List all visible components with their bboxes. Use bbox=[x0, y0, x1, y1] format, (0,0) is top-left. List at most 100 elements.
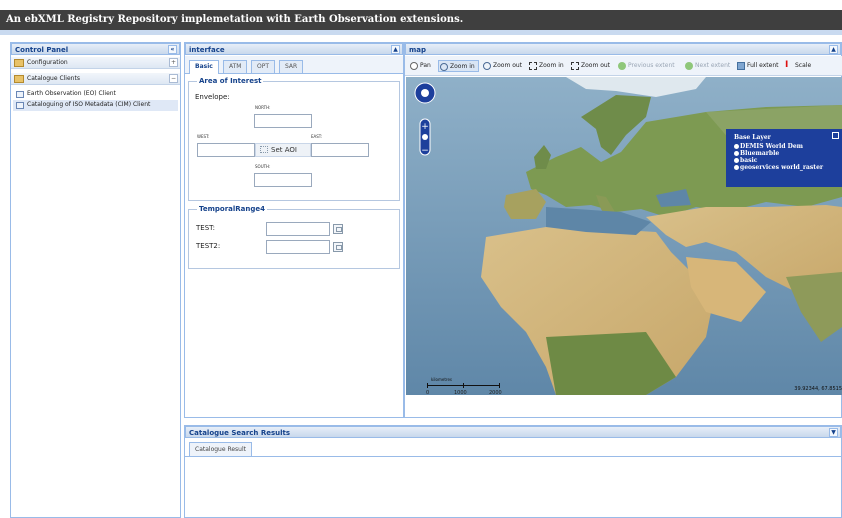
tab-sar[interactable]: SAR bbox=[279, 60, 304, 73]
catalogue-results-header: Catalogue Search Results ▼ bbox=[185, 426, 841, 438]
next-extent-label: Next extent bbox=[695, 62, 731, 69]
zoom-out-button[interactable]: Zoom out bbox=[482, 60, 526, 72]
tab-basic[interactable]: Basic bbox=[189, 60, 219, 74]
base-layer-title: Base Layer bbox=[734, 134, 771, 141]
tree-item-cim-client[interactable]: Cataloguing of ISO Metadata (CIM) Client bbox=[13, 100, 178, 111]
pan-zoom-control[interactable]: + − bbox=[412, 81, 438, 161]
scale-tick: 0 bbox=[426, 390, 430, 395]
east-label: EAST: bbox=[311, 134, 323, 139]
interface-panel: interface ▲ Basic ATM OPT SAR Area of In… bbox=[184, 42, 404, 418]
area-of-interest-fieldset: Area of Interest Envelope: NORTH: WEST: … bbox=[188, 77, 400, 201]
aoi-legend: Area of Interest bbox=[197, 77, 264, 85]
tab-catalogue-result[interactable]: Catalogue Result bbox=[189, 442, 252, 456]
accordion-configuration[interactable]: Configuration + bbox=[11, 57, 180, 69]
control-panel-title: Control Panel bbox=[15, 46, 69, 54]
zoom-in-button[interactable]: Zoom in bbox=[438, 60, 479, 72]
tree-item-label: Earth Observation (EO) Client bbox=[27, 90, 116, 97]
south-label: SOUTH: bbox=[255, 164, 271, 169]
pan-icon bbox=[410, 62, 418, 70]
scale-bar: kilometres 0 1000 2000 bbox=[423, 375, 513, 395]
zoom-in-label: Zoom in bbox=[450, 63, 475, 70]
catalogue-results-panel: Catalogue Search Results ▼ Catalogue Res… bbox=[184, 425, 842, 518]
zoom-out-box-button[interactable]: Zoom out bbox=[570, 60, 616, 72]
tab-atm[interactable]: ATM bbox=[223, 60, 248, 73]
collapse-down-icon[interactable]: ▼ bbox=[829, 428, 838, 437]
catalogue-results-title: Catalogue Search Results bbox=[189, 429, 291, 437]
calendar-icon[interactable] bbox=[333, 242, 343, 252]
full-extent-label: Full extent bbox=[747, 62, 779, 69]
scale-tick: 1000 bbox=[454, 390, 467, 395]
test-label: TEST: bbox=[196, 224, 216, 232]
scale-tick: 2000 bbox=[489, 390, 502, 395]
test-date-field[interactable] bbox=[266, 222, 330, 236]
zoom-out-label: Zoom out bbox=[493, 62, 523, 69]
set-aoi-label: Set AOI bbox=[271, 146, 297, 154]
map-panel: map ▲ Pan Zoom in Zoom out Zoom in Zoom … bbox=[404, 42, 842, 418]
interface-panel-title: interface bbox=[189, 46, 225, 54]
base-layer-option[interactable]: DEMIS World Dem bbox=[734, 143, 842, 150]
interface-panel-header: interface ▲ bbox=[185, 43, 403, 55]
accordion-configuration-label: Configuration bbox=[27, 59, 68, 66]
collapse-panel-button[interactable]: « bbox=[168, 45, 177, 54]
north-field[interactable] bbox=[254, 114, 312, 128]
tab-opt[interactable]: OPT bbox=[251, 60, 276, 73]
collapse-icon[interactable]: − bbox=[169, 74, 178, 83]
pan-button[interactable]: Pan bbox=[409, 60, 439, 72]
zoom-in-box-button[interactable]: Zoom in bbox=[528, 60, 568, 72]
set-aoi-button[interactable]: Set AOI bbox=[255, 143, 311, 157]
full-extent-button[interactable]: Full extent bbox=[736, 60, 782, 72]
zoom-in-icon bbox=[440, 63, 448, 71]
previous-extent-icon bbox=[618, 62, 626, 70]
base-layer-option[interactable]: basic bbox=[734, 157, 842, 164]
test2-label: TEST2: bbox=[196, 242, 221, 250]
calendar-icon[interactable] bbox=[333, 224, 343, 234]
previous-extent-button[interactable]: Previous extent bbox=[617, 60, 681, 72]
base-layer-switcher[interactable]: Base Layer DEMIS World Dem Bluemarble ba… bbox=[726, 129, 842, 187]
tab-strip-divider bbox=[185, 456, 841, 457]
map-toolbar: Pan Zoom in Zoom out Zoom in Zoom out Pr… bbox=[405, 56, 842, 76]
temporal-range-fieldset: TemporalRange4 TEST: TEST2: bbox=[188, 205, 400, 269]
svg-text:−: − bbox=[421, 146, 429, 156]
west-label: WEST: bbox=[197, 134, 210, 139]
zoom-out-box-label: Zoom out bbox=[581, 62, 611, 69]
test2-date-field[interactable] bbox=[266, 240, 330, 254]
collapse-up-icon[interactable]: ▲ bbox=[829, 45, 838, 54]
base-layer-option[interactable]: Bluemarble bbox=[734, 150, 842, 157]
scale-label: Scale bbox=[795, 62, 812, 69]
next-extent-icon bbox=[685, 62, 693, 70]
form-icon bbox=[16, 102, 24, 109]
world-map[interactable] bbox=[406, 77, 842, 395]
control-panel: Control Panel « Configuration + Catalogu… bbox=[10, 42, 181, 518]
mouse-position: 39.92344, 67.8515 bbox=[794, 386, 842, 392]
pan-label: Pan bbox=[420, 62, 431, 69]
map-panel-header: map ▲ bbox=[405, 43, 841, 55]
zoom-in-box-icon bbox=[529, 62, 537, 70]
scale-button[interactable]: I Scale bbox=[784, 60, 818, 72]
form-icon bbox=[16, 91, 24, 98]
scale-unit: kilometres bbox=[431, 377, 453, 382]
tree-item-eo-client[interactable]: Earth Observation (EO) Client bbox=[13, 89, 178, 100]
tree-item-label: Cataloguing of ISO Metadata (CIM) Client bbox=[27, 101, 151, 108]
temporal-legend: TemporalRange4 bbox=[197, 205, 268, 213]
folder-edit-icon bbox=[14, 75, 24, 83]
envelope-label: Envelope: bbox=[195, 93, 230, 101]
south-field[interactable] bbox=[254, 173, 312, 187]
collapse-up-icon[interactable]: ▲ bbox=[391, 45, 400, 54]
minimize-icon[interactable] bbox=[832, 132, 839, 139]
select-area-icon bbox=[260, 146, 268, 153]
base-layer-option[interactable]: geoservices world_raster bbox=[734, 164, 842, 171]
zoom-out-box-icon bbox=[571, 62, 579, 70]
east-field[interactable] bbox=[311, 143, 369, 157]
folder-edit-icon bbox=[14, 59, 24, 67]
next-extent-button[interactable]: Next extent bbox=[684, 60, 734, 72]
control-panel-header: Control Panel « bbox=[11, 43, 180, 55]
title-divider bbox=[0, 30, 842, 35]
accordion-catalogue-clients-label: Catalogue Clients bbox=[27, 75, 80, 82]
west-field[interactable] bbox=[197, 143, 255, 157]
interface-tabs: Basic ATM OPT SAR bbox=[185, 56, 403, 74]
full-extent-icon bbox=[737, 62, 745, 70]
map-view[interactable]: + − Base Layer DEMIS World Dem Bluemarbl… bbox=[406, 77, 842, 395]
expand-icon[interactable]: + bbox=[169, 58, 178, 67]
accordion-catalogue-clients[interactable]: Catalogue Clients − bbox=[11, 73, 180, 85]
north-label: NORTH: bbox=[255, 105, 271, 110]
